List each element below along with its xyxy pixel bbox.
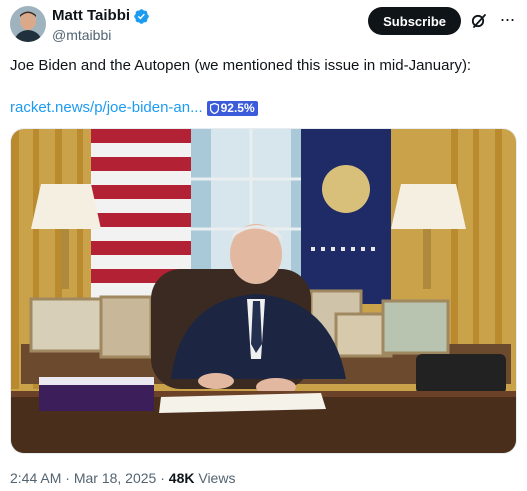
meta-separator: · [160,470,165,486]
views-label: Views [198,470,236,486]
display-name-text: Matt Taibbi [52,7,131,24]
shield-icon [209,102,219,114]
article-link[interactable]: racket.news/p/joe-biden-an... [10,98,203,118]
tweet-photo[interactable] [10,128,517,454]
grok-icon[interactable] [471,13,487,29]
tweet-meta: 2:44 AM · Mar 18, 2025 · 48K Views [10,469,235,487]
author-handle[interactable]: @mtaibbi [52,26,150,44]
author-display-name[interactable]: Matt Taibbi [52,7,150,25]
tweet-link-row: racket.news/p/joe-biden-an... 92.5% [10,98,258,118]
author-names: Matt Taibbi @mtaibbi [52,7,150,44]
photo-oval-office-signing [11,129,516,453]
tweet-date[interactable]: Mar 18, 2025 [74,470,157,486]
trust-score-badge[interactable]: 92.5% [206,100,258,116]
meta-separator: · [65,470,70,486]
avatar[interactable] [10,6,46,42]
tweet-text: Joe Biden and the Autopen (we mentioned … [10,57,472,74]
more-options-icon[interactable]: ··· [497,10,517,31]
verified-badge-icon [134,8,149,24]
tweet-time[interactable]: 2:44 AM [10,470,61,486]
trust-score-value: 92.5% [220,101,255,115]
tweet-header: Matt Taibbi @mtaibbi Subscribe ··· [10,6,517,46]
subscribe-button[interactable]: Subscribe [368,7,461,35]
views-count[interactable]: 48K [169,470,195,486]
